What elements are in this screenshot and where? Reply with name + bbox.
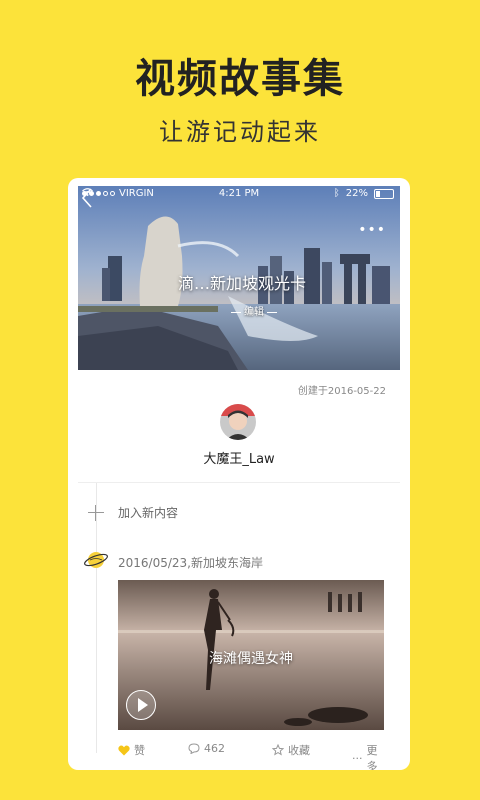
video-title: 海滩偶遇女神 (209, 651, 293, 667)
entry-date-location: 2016/05/23,新加坡东海岸 (118, 556, 263, 570)
battery-icon (374, 188, 394, 199)
edit-story-button[interactable]: 编辑 (228, 303, 280, 318)
video-thumbnail[interactable]: 海滩偶遇女神 (118, 580, 384, 730)
like-button[interactable]: 赞 (118, 742, 145, 758)
back-chevron-icon[interactable] (78, 186, 98, 210)
promo-subline: 让游记动起来 (159, 118, 321, 146)
planet-location-icon (84, 552, 108, 568)
add-content-row[interactable]: 加入新内容 (88, 504, 178, 521)
author-name[interactable]: 大魔王_Law (68, 448, 410, 467)
comment-count: 462 (204, 742, 225, 755)
story-title: 滴…新加坡观光卡 (178, 274, 307, 293)
timeline-line (96, 483, 97, 753)
divider (78, 482, 400, 483)
avatar[interactable] (220, 404, 256, 440)
more-dots-icon[interactable]: ••• (358, 222, 386, 238)
star-icon (272, 744, 284, 756)
entry-actions: 赞 462 收藏 ··· 更多 (118, 740, 384, 770)
promo-headline: 视频故事集 (135, 56, 345, 102)
favorite-button[interactable]: 收藏 (272, 742, 310, 758)
plus-icon (88, 504, 104, 521)
phone-screen-card: VIRGIN 4:21 PM ᛒ 22% ••• 滴…新加坡观光卡 编辑 创建于… (68, 178, 410, 770)
more-dots-icon: ··· (352, 751, 363, 765)
story-cover-image: VIRGIN 4:21 PM ᛒ 22% ••• 滴…新加坡观光卡 编辑 (78, 186, 400, 370)
play-button[interactable] (126, 690, 156, 720)
add-content-label: 加入新内容 (118, 506, 179, 520)
more-button[interactable]: ··· 更多 (352, 742, 384, 770)
heart-icon (118, 745, 130, 755)
more-label: 更多 (366, 744, 378, 770)
comment-icon (188, 743, 200, 754)
like-label: 赞 (134, 744, 145, 757)
bluetooth-icon: ᛒ (333, 188, 340, 199)
comment-button[interactable]: 462 (188, 742, 225, 755)
phone-status-bar: VIRGIN 4:21 PM ᛒ 22% (78, 186, 400, 202)
battery-percent: 22% (345, 188, 368, 199)
created-date: 创建于2016-05-22 (297, 386, 386, 397)
favorite-label: 收藏 (288, 744, 310, 757)
